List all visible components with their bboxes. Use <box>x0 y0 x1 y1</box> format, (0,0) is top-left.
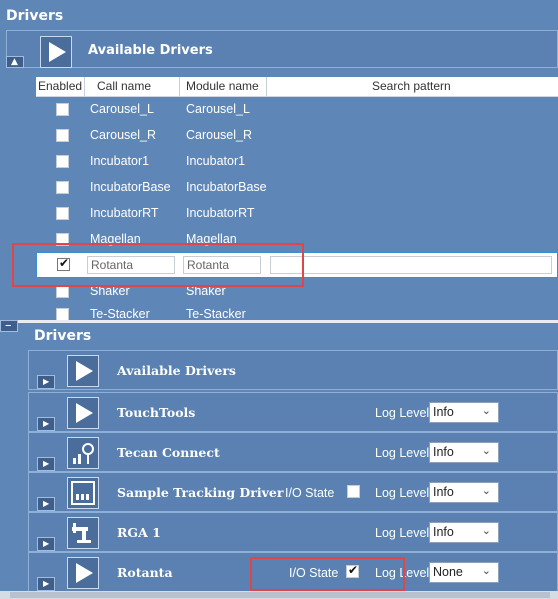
log-level-select[interactable]: Info ⌄ <box>429 442 499 463</box>
call-name-cell: Carousel_R <box>90 128 157 142</box>
chevron-down-icon: ⌄ <box>481 565 491 577</box>
module-name-cell: IncubatorRT <box>186 206 255 220</box>
drivers-title: Drivers <box>6 8 64 24</box>
collapse-toggle[interactable]: ▲ <box>6 56 24 68</box>
log-level-select[interactable]: Info ⌄ <box>429 522 499 543</box>
module-name-cell: Incubator1 <box>186 154 246 168</box>
driver-name: Sample Tracking Driver <box>117 485 284 500</box>
log-level-select[interactable]: Info ⌄ <box>429 482 499 503</box>
driver-row[interactable]: IncubatorBase IncubatorBase <box>36 175 558 201</box>
column-call-name[interactable]: Call name <box>97 79 151 93</box>
driver-row-rga1[interactable]: ▶ RGA 1 Log Level Info ⌄ <box>28 512 558 552</box>
enabled-checkbox[interactable] <box>56 308 69 320</box>
tecan-connect-icon <box>67 437 99 469</box>
triangle-right-icon: ▶ <box>43 499 50 508</box>
driver-row-sample-tracking[interactable]: ▶ Sample Tracking Driver I/O State Log L… <box>28 472 558 512</box>
log-level-label: Log Level <box>375 526 430 540</box>
column-enabled[interactable]: Enabled <box>38 79 82 93</box>
play-icon <box>67 557 99 589</box>
module-name-cell: Te-Stacker <box>186 307 246 320</box>
driver-row-touchtools[interactable]: ▶ TouchTools Log Level Info ⌄ <box>28 392 558 432</box>
triangle-up-icon: ▲ <box>11 57 18 67</box>
search-pattern-input[interactable] <box>270 256 552 274</box>
column-search-pattern[interactable]: Search pattern <box>372 79 451 93</box>
expand-toggle[interactable]: ▶ <box>37 417 55 431</box>
driver-row-tecan-connect[interactable]: ▶ Tecan Connect Log Level Info ⌄ <box>28 432 558 472</box>
log-level-value: Info <box>433 485 454 499</box>
call-name-cell: Te-Stacker <box>90 307 150 320</box>
grid-header: Enabled Call name Module name Search pat… <box>36 77 558 97</box>
driver-name: TouchTools <box>117 405 196 420</box>
log-level-value: Info <box>433 525 454 539</box>
call-name-cell: Carousel_L <box>90 102 154 116</box>
highlight-frame-io-state <box>250 557 405 591</box>
column-module-name[interactable]: Module name <box>186 79 259 93</box>
enabled-checkbox[interactable] <box>56 207 69 220</box>
log-level-value: Info <box>433 405 454 419</box>
triangle-right-icon: ▶ <box>43 377 50 386</box>
triangle-right-icon: ▶ <box>43 579 50 588</box>
driver-name: Rotanta <box>117 565 173 580</box>
module-name-cell: IncubatorBase <box>186 180 267 194</box>
play-icon <box>67 397 99 429</box>
available-drivers-row[interactable]: ▶ Available Drivers <box>28 350 558 390</box>
triangle-right-icon: ▶ <box>43 419 50 428</box>
expand-toggle[interactable]: ▶ <box>37 457 55 471</box>
module-name-cell: Carousel_R <box>186 128 253 142</box>
driver-row[interactable]: Carousel_R Carousel_R <box>36 123 558 149</box>
play-icon <box>40 36 72 68</box>
module-name-cell: Carousel_L <box>186 102 250 116</box>
log-level-label: Log Level <box>375 486 430 500</box>
expand-toggle[interactable]: ▶ <box>37 537 55 551</box>
driver-name: Tecan Connect <box>117 445 220 460</box>
triangle-right-icon: ▶ <box>43 539 50 548</box>
call-name-cell: IncubatorRT <box>90 206 159 220</box>
log-level-value: Info <box>433 445 454 459</box>
enabled-checkbox[interactable] <box>56 103 69 116</box>
chevron-down-icon: ⌄ <box>481 525 491 537</box>
scrollbar-thumb[interactable] <box>10 592 550 598</box>
log-level-label: Log Level <box>375 406 430 420</box>
sample-tracking-icon <box>67 477 99 509</box>
play-icon <box>67 355 99 387</box>
collapse-button[interactable]: – <box>0 318 18 333</box>
enabled-checkbox[interactable] <box>56 181 69 194</box>
available-drivers-title: Available Drivers <box>117 363 236 378</box>
driver-row[interactable]: Carousel_L Carousel_L <box>36 97 558 123</box>
chevron-down-icon: ⌄ <box>481 405 491 417</box>
enabled-checkbox[interactable] <box>56 129 69 142</box>
driver-row[interactable]: Incubator1 Incubator1 <box>36 149 558 175</box>
log-level-label: Log Level <box>375 446 430 460</box>
chevron-down-icon: ⌄ <box>481 445 491 457</box>
driver-row[interactable]: IncubatorRT IncubatorRT <box>36 201 558 227</box>
log-level-value: None <box>433 565 463 579</box>
expand-toggle[interactable]: ▶ <box>37 375 55 389</box>
minus-icon: – <box>5 318 12 333</box>
driver-row[interactable]: Te-Stacker Te-Stacker <box>36 302 558 320</box>
driver-name: RGA 1 <box>117 525 161 540</box>
enabled-checkbox[interactable] <box>56 155 69 168</box>
log-level-select[interactable]: None ⌄ <box>429 562 499 583</box>
chevron-down-icon: ⌄ <box>481 485 491 497</box>
call-name-cell: Incubator1 <box>90 154 150 168</box>
drivers-title: Drivers <box>34 328 92 344</box>
available-drivers-title: Available Drivers <box>88 43 213 58</box>
robot-arm-icon <box>67 517 99 549</box>
call-name-cell: IncubatorBase <box>90 180 171 194</box>
io-state-label: I/O State <box>285 486 335 500</box>
highlight-frame-row <box>12 243 304 287</box>
log-level-select[interactable]: Info ⌄ <box>429 402 499 423</box>
expand-toggle[interactable]: ▶ <box>37 497 55 511</box>
io-state-checkbox[interactable] <box>347 485 360 498</box>
triangle-right-icon: ▶ <box>43 459 50 468</box>
expand-toggle[interactable]: ▶ <box>37 577 55 591</box>
